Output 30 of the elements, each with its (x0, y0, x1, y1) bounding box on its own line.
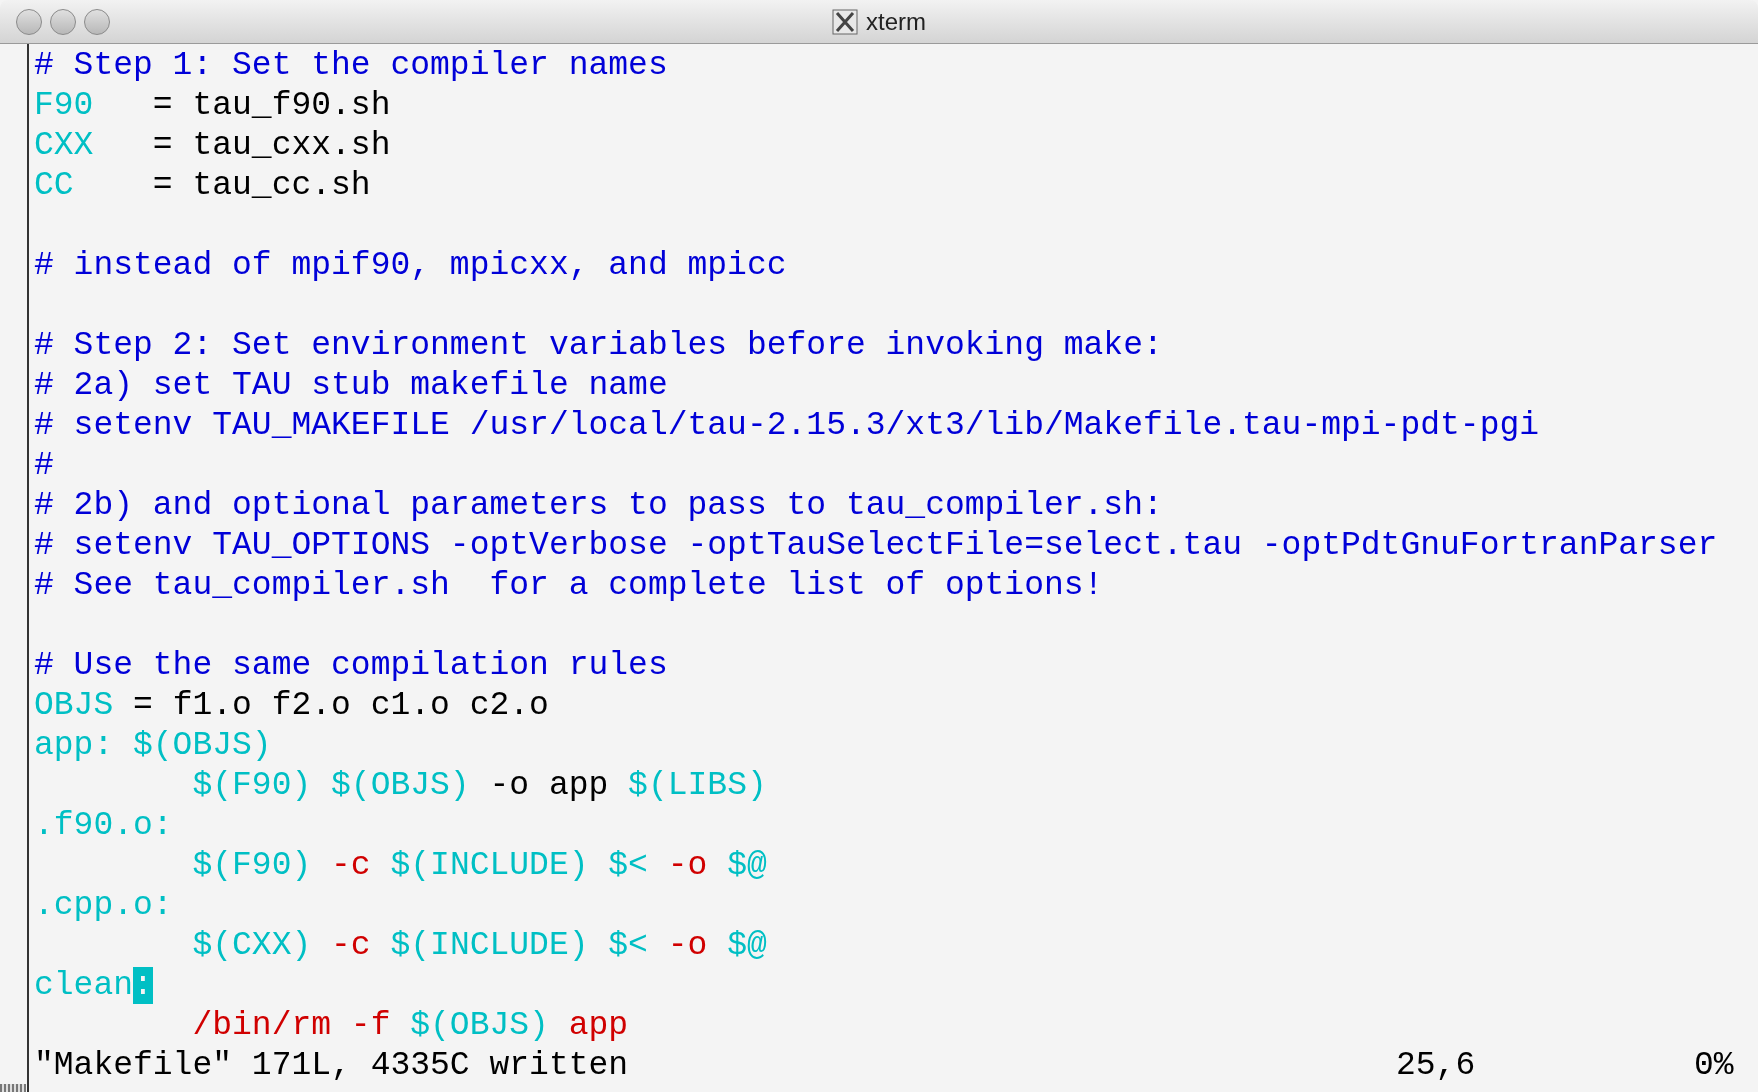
code-line: # See tau_compiler.sh for a complete list of options! (34, 566, 1104, 606)
scroll-percent: 0% (1694, 1046, 1734, 1086)
code-line: $(F90) -c $(INCLUDE) $< -o $@ (191, 846, 767, 886)
code-line: clean: (34, 966, 153, 1006)
code-line: # Step 1: Set the compiler names (34, 46, 668, 86)
code-line: # setenv TAU_OPTIONS -optVerbose -optTauSelectFile=select.tau -optPdtGnuFortranParser (34, 526, 1718, 566)
window-control-button[interactable] (50, 8, 76, 35)
code-line: /bin/rm -f $(OBJS) app (191, 1006, 629, 1046)
code-line: # Use the same compilation rules (34, 646, 668, 686)
window-title: xterm (866, 6, 926, 37)
status-message: "Makefile" 171L, 4335C written (34, 1046, 629, 1086)
code-line: $(F90) $(OBJS) -o app $(LIBS) (191, 766, 767, 806)
code-line: CXX = tau_cxx.sh (34, 126, 391, 166)
code-line: # instead of mpif90, mpicxx, and mpicc (34, 246, 787, 286)
window-control-button[interactable] (16, 8, 42, 35)
cursor-position: 25,6 (1396, 1046, 1476, 1086)
code-line: # 2a) set TAU stub makefile name (34, 366, 668, 406)
code-line: # Step 2: Set environment variables before invoking make: (34, 326, 1163, 366)
code-line: .cpp.o: (34, 886, 173, 926)
code-line: CC = tau_cc.sh (34, 166, 371, 206)
code-line: app: $(OBJS) (34, 726, 272, 766)
code-line: .f90.o: (34, 806, 173, 846)
window-control-button[interactable] (84, 8, 110, 35)
x-logo-icon (832, 8, 858, 35)
code-line: # (34, 446, 54, 486)
code-line: # 2b) and optional parameters to pass to tau_compiler.sh: (34, 486, 1163, 526)
code-line: $(CXX) -c $(INCLUDE) $< -o $@ (191, 926, 767, 966)
code-line: # setenv TAU_MAKEFILE /usr/local/tau-2.15.3/xt3/lib/Makefile.tau-mpi-pdt-pgi (34, 406, 1540, 446)
code-line: OBJS = f1.o f2.o c1.o c2.o (34, 686, 549, 726)
code-line: F90 = tau_f90.sh (34, 86, 391, 126)
